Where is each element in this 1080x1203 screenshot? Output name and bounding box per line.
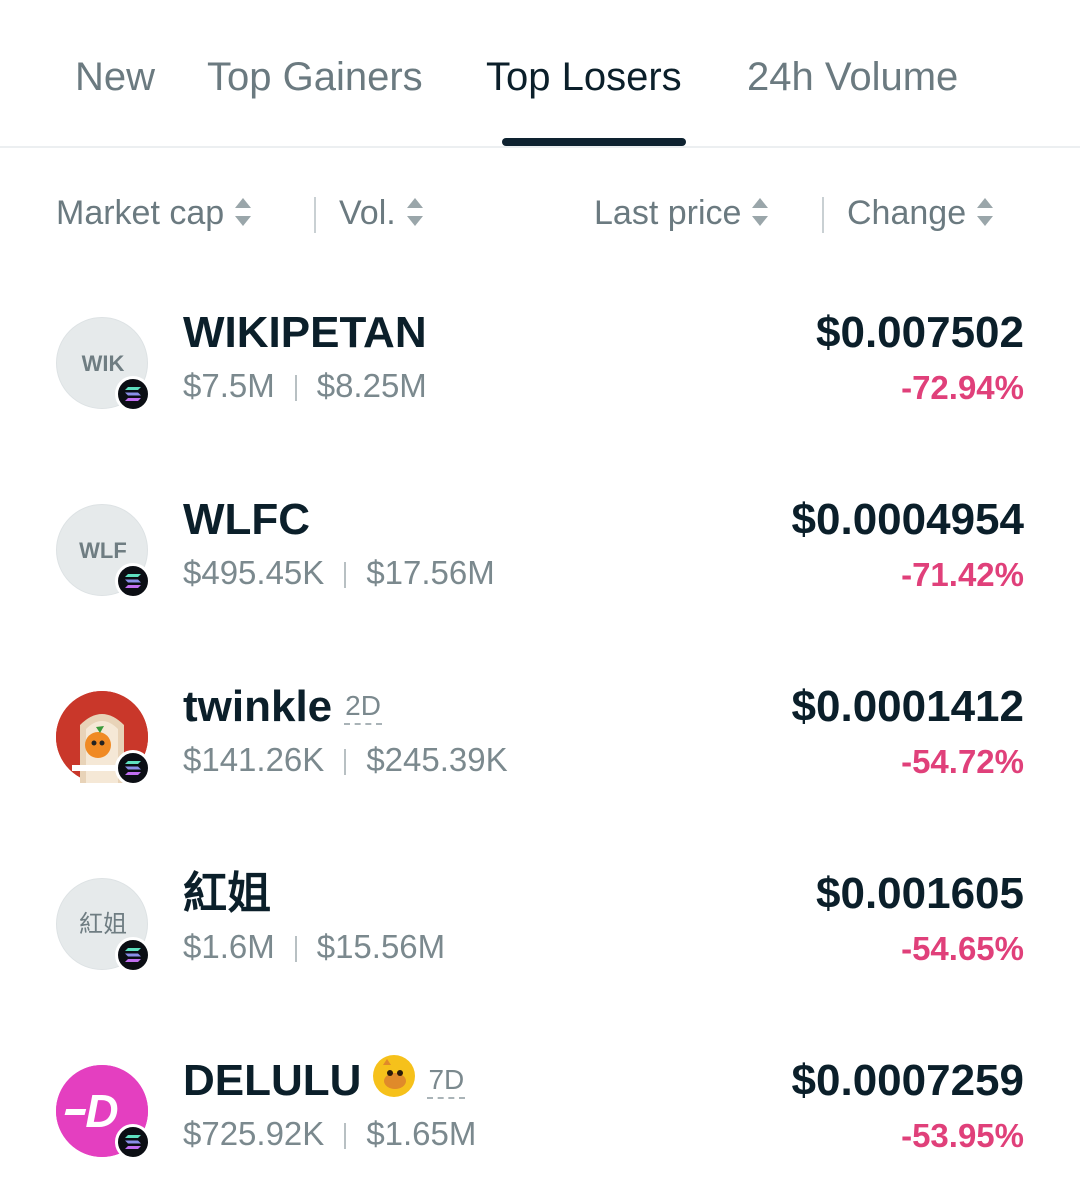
tab-new[interactable]: New	[75, 52, 155, 102]
token-stats: $1.6M $15.56M	[183, 926, 445, 968]
sort-arrows-icon	[751, 196, 769, 228]
tab-top-gainers[interactable]: Top Gainers	[207, 52, 423, 102]
delulu-logo: D	[56, 1065, 151, 1160]
solana-icon	[115, 376, 151, 412]
token-row[interactable]: 紅姐 紅姐 $1.6M $15.56M $0.001605 -54.65%	[0, 866, 1080, 1016]
token-stats: $495.45K $17.56M	[183, 552, 495, 594]
active-tab-indicator	[502, 138, 686, 146]
market-cap-value: $7.5M	[183, 367, 275, 404]
last-price: $0.007502	[816, 308, 1024, 357]
twinkle-logo	[56, 691, 151, 786]
last-price: $0.0007259	[791, 1056, 1024, 1105]
token-avatar: WLF	[56, 504, 151, 599]
volume-value: $1.65M	[366, 1115, 477, 1152]
age-tag[interactable]: 2D	[344, 691, 382, 725]
market-cap-value: $725.92K	[183, 1115, 325, 1152]
volume-value: $8.25M	[316, 367, 427, 404]
token-name: DELULU 7D	[183, 1055, 466, 1107]
token-avatar: WIK	[56, 317, 151, 412]
volume-value: $15.56M	[316, 928, 446, 965]
sort-market-cap[interactable]: Market cap	[56, 191, 252, 235]
tab-bar: New Top Gainers Top Losers 24h Volume	[0, 0, 1080, 148]
solana-icon	[115, 750, 151, 786]
sort-arrows-icon	[406, 196, 424, 228]
svg-text:D: D	[85, 1085, 118, 1137]
market-cap-value: $1.6M	[183, 928, 275, 965]
token-row[interactable]: WLF WLFC $495.45K $17.56M $0.0004954 -71.…	[0, 492, 1080, 642]
price-change: -53.95%	[901, 1117, 1024, 1154]
solana-icon	[115, 563, 151, 599]
price-change: -72.94%	[901, 369, 1024, 406]
solana-icon	[115, 1124, 151, 1160]
sort-change-label: Change	[847, 194, 967, 232]
market-cap-value: $141.26K	[183, 741, 325, 778]
token-name-text: twinkle	[183, 682, 333, 731]
sort-arrows-icon	[234, 196, 252, 228]
token-row[interactable]: WIK WIKIPETAN $7.5M $8.25M $0.007502 -72.…	[0, 305, 1080, 455]
tab-top-losers[interactable]: Top Losers	[486, 52, 682, 102]
sort-divider	[314, 197, 316, 233]
volume-value: $245.39K	[366, 741, 508, 778]
stat-divider	[294, 375, 297, 401]
token-stats: $7.5M $8.25M	[183, 365, 427, 407]
sort-arrows-icon	[976, 196, 994, 228]
stat-divider	[294, 936, 297, 962]
token-name: WIKIPETAN	[183, 308, 427, 357]
token-stats: $141.26K $245.39K	[183, 739, 508, 781]
age-tag[interactable]: 7D	[427, 1065, 466, 1099]
volume-value: $17.56M	[366, 554, 495, 591]
token-row[interactable]: twinkle 2D $141.26K $245.39K $0.0001412 -5…	[0, 679, 1080, 829]
sort-last-price[interactable]: Last price	[594, 191, 769, 235]
stat-divider	[344, 749, 347, 775]
stat-divider	[344, 1123, 347, 1149]
price-change: -71.42%	[901, 556, 1024, 593]
price-change: -54.65%	[901, 930, 1024, 967]
token-name: 紅姐	[183, 869, 271, 918]
last-price: $0.001605	[816, 869, 1024, 918]
solana-icon	[115, 937, 151, 973]
token-name: twinkle 2D	[183, 681, 382, 733]
token-stats: $725.92K $1.65M	[183, 1113, 476, 1155]
sort-change[interactable]: Change	[847, 191, 994, 235]
token-avatar: 紅姐	[56, 878, 151, 973]
stat-divider	[344, 562, 347, 588]
sort-vol-label: Vol.	[339, 194, 396, 232]
tab-24h-volume[interactable]: 24h Volume	[747, 52, 958, 102]
sort-divider	[822, 197, 824, 233]
sort-header: Market cap Vol. Last price Change	[0, 185, 1080, 245]
sort-vol[interactable]: Vol.	[339, 191, 424, 235]
price-change: -54.72%	[901, 743, 1024, 780]
market-cap-value: $495.45K	[183, 554, 325, 591]
token-row[interactable]: D DELULU 7D $725.92K $1.65M $0.0007259 -53…	[0, 1053, 1080, 1203]
sort-last-price-label: Last price	[594, 194, 742, 232]
token-name: WLFC	[183, 495, 311, 544]
sort-market-cap-label: Market cap	[56, 194, 225, 232]
last-price: $0.0001412	[791, 682, 1024, 731]
last-price: $0.0004954	[791, 495, 1024, 544]
token-name-text: DELULU	[183, 1056, 362, 1105]
meme-face-icon	[373, 1055, 416, 1097]
